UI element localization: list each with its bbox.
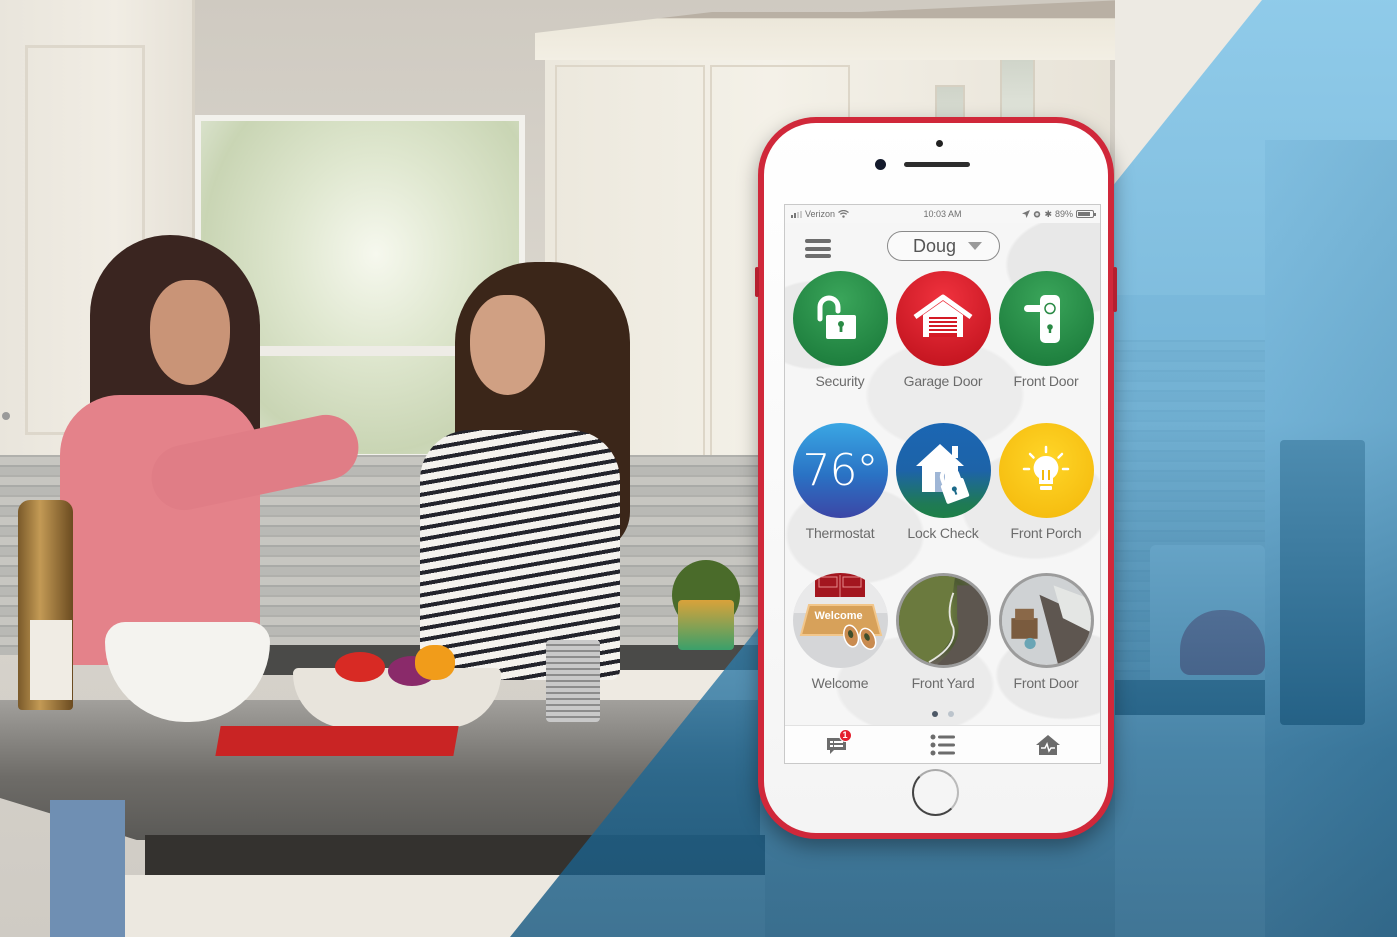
light-bulb-icon bbox=[1022, 445, 1070, 490]
garage-icon bbox=[913, 294, 973, 337]
tile-welcome-scene[interactable]: Welcome Welcome bbox=[788, 573, 892, 703]
jeans bbox=[50, 800, 125, 937]
app-screen: Verizon 10:03 AM ✱ 89% Doug Security Gar… bbox=[784, 204, 1101, 764]
page-indicator bbox=[785, 711, 1100, 717]
tile-front-porch-circle bbox=[998, 423, 1094, 518]
tile-security[interactable]: Security bbox=[788, 271, 892, 401]
red-tray bbox=[215, 726, 459, 756]
tile-label: Lock Check bbox=[907, 525, 979, 541]
background-photo bbox=[0, 0, 1397, 937]
tile-welcome-circle: Welcome bbox=[792, 573, 888, 668]
user-selector-value: Doug bbox=[912, 235, 957, 256]
user-selector-dropdown[interactable]: Doug bbox=[887, 231, 1000, 261]
house-lock-icon bbox=[916, 443, 970, 504]
tile-label: Front Door bbox=[1013, 675, 1079, 691]
tile-label: Front Porch bbox=[1010, 525, 1082, 541]
tile-label: Welcome bbox=[811, 675, 869, 691]
front-door-snapshot bbox=[1001, 576, 1091, 665]
power-button bbox=[1113, 267, 1117, 312]
tile-label: Thermostat bbox=[805, 525, 875, 541]
signal-icon bbox=[791, 210, 802, 218]
tile-lock-check-circle bbox=[895, 423, 991, 518]
tile-garage-circle bbox=[895, 271, 991, 366]
planter bbox=[678, 600, 734, 650]
tile-garage-door[interactable]: Garage Door bbox=[891, 271, 995, 401]
cabinet-knob bbox=[2, 412, 10, 420]
wifi-icon bbox=[838, 210, 849, 218]
page-dot-active[interactable] bbox=[931, 711, 938, 717]
unlocked-padlock-icon bbox=[817, 295, 856, 339]
tile-security-circle bbox=[792, 271, 888, 366]
caret-down-icon bbox=[968, 242, 983, 250]
battery-icon bbox=[1076, 210, 1096, 218]
alarm-icon bbox=[1034, 211, 1041, 218]
home-pulse-icon bbox=[1035, 734, 1060, 755]
bluetooth-icon: ✱ bbox=[1044, 208, 1052, 219]
hamburger-menu-icon[interactable] bbox=[805, 239, 831, 258]
thermostat-temperature: 76° bbox=[802, 445, 879, 496]
woman-left-face bbox=[150, 280, 230, 385]
front-camera bbox=[875, 159, 886, 170]
status-bar: Verizon 10:03 AM ✱ 89% bbox=[785, 205, 1100, 223]
tile-front-yard-camera[interactable]: Front Yard bbox=[891, 573, 995, 703]
earpiece-speaker bbox=[904, 162, 970, 167]
wine-bottle-label bbox=[30, 620, 72, 700]
carrier-name: Verizon bbox=[805, 209, 836, 219]
status-time: 10:03 AM bbox=[923, 209, 962, 219]
bottom-tab-bar: 1 bbox=[785, 725, 1100, 763]
tile-label: Garage Door bbox=[903, 373, 983, 389]
tile-front-door-camera[interactable]: Front Door bbox=[994, 573, 1098, 703]
metal-canister bbox=[546, 640, 600, 722]
red-pepper bbox=[335, 652, 385, 682]
woman-right-face bbox=[470, 295, 545, 395]
tile-label: Security bbox=[815, 373, 865, 389]
camera-thumbnail bbox=[998, 573, 1094, 668]
battery-fill bbox=[1078, 212, 1091, 216]
tab-messages[interactable]: 1 bbox=[818, 728, 858, 760]
notification-badge: 1 bbox=[838, 728, 852, 742]
tab-home-activity[interactable] bbox=[1028, 730, 1068, 760]
camera-thumbnail bbox=[895, 573, 991, 668]
tile-front-door-circle bbox=[998, 271, 1094, 366]
battery-percent: 89% bbox=[1054, 209, 1073, 219]
app-header: Doug bbox=[785, 223, 1100, 271]
location-icon bbox=[1022, 210, 1031, 218]
volume-button bbox=[755, 267, 759, 297]
phone-face: Verizon 10:03 AM ✱ 89% Doug Security Gar… bbox=[764, 123, 1108, 833]
door-handle-icon bbox=[1024, 294, 1060, 343]
front-yard-snapshot bbox=[898, 576, 988, 665]
tile-front-porch[interactable]: Front Porch bbox=[994, 423, 1098, 553]
yellow-pepper bbox=[415, 645, 455, 680]
welcome-mat-text: Welcome bbox=[814, 610, 863, 622]
tile-thermostat-circle: 76° bbox=[792, 423, 888, 518]
proximity-sensor bbox=[936, 140, 943, 147]
tile-label: Front Yard bbox=[911, 675, 975, 691]
tile-thermostat[interactable]: 76° Thermostat bbox=[788, 423, 892, 553]
page-dot[interactable] bbox=[947, 711, 954, 717]
list-icon bbox=[930, 734, 955, 755]
smartphone: Verizon 10:03 AM ✱ 89% Doug Security Gar… bbox=[755, 117, 1117, 839]
tile-lock-check[interactable]: Lock Check bbox=[891, 423, 995, 553]
tab-list[interactable] bbox=[923, 730, 963, 760]
home-button[interactable] bbox=[912, 769, 959, 816]
tile-label: Front Door bbox=[1013, 373, 1079, 389]
tile-front-door-lock[interactable]: Front Door bbox=[994, 271, 1098, 401]
